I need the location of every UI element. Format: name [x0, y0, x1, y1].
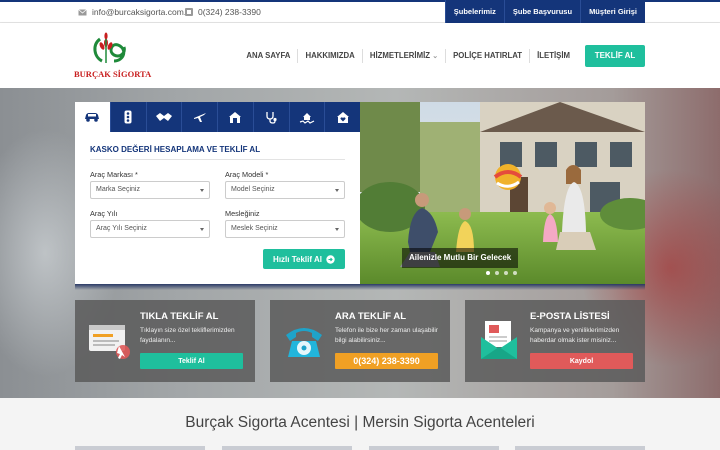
card-button-phone[interactable]: 0(324) 238-3390: [335, 353, 438, 369]
card-description: Kampanya ve yeniliklerimizden haberdar o…: [530, 327, 620, 344]
model-label: Araç Modeli *: [225, 170, 269, 179]
main-menu: ANA SAYFA HAKKIMIZDA HİZMETLERİMİZ ⌄ POL…: [239, 23, 645, 88]
telephone-icon: [286, 328, 322, 357]
link-sube-basvurusu[interactable]: Şube Başvurusu: [503, 0, 580, 24]
top-bar: info@burcaksigorta.com.tr 0(324) 238-339…: [0, 0, 720, 24]
slider-dot[interactable]: [504, 271, 508, 275]
phone-text[interactable]: 0(324) 238-3390: [198, 7, 261, 17]
email-contact[interactable]: info@burcaksigorta.com.tr: [78, 7, 191, 17]
chevron-down-icon: [335, 189, 339, 192]
hero-section: KASKO DEĞERİ HESAPLAMA VE TEKLİF AL Araç…: [0, 88, 720, 398]
tab-health[interactable]: [252, 102, 289, 132]
handshake-icon: [155, 113, 172, 121]
menu-iletisim[interactable]: İLETİŞİM: [529, 48, 577, 63]
card-button-kaydol[interactable]: Kaydol: [530, 353, 633, 369]
card-call-quote: ARA TEKLİF AL Telefon ile bize her zaman…: [270, 300, 450, 382]
earthquake-icon: [299, 112, 315, 124]
gallery-thumb: [369, 446, 499, 450]
menu-hakkimizda[interactable]: HAKKIMIZDA: [297, 48, 361, 63]
gallery-thumb: [75, 446, 205, 450]
traffic-light-icon: [124, 110, 132, 124]
insurance-type-tabs: [75, 102, 360, 132]
house-heart-icon: [336, 111, 349, 123]
card-email-list: E-POSTA LİSTESİ Kampanya ve yeniliklerim…: [465, 300, 645, 382]
card-title: ARA TEKLİF AL: [335, 311, 407, 322]
brand-select[interactable]: Marka Seçiniz: [90, 181, 210, 199]
quick-quote-button[interactable]: Hızlı Teklif Al: [263, 249, 345, 269]
stethoscope-icon: [265, 111, 277, 124]
slider-dot[interactable]: [486, 271, 490, 275]
slider-caption: Ailenizle Mutlu Bir Gelecek: [402, 248, 519, 268]
menu-police-hatirlat[interactable]: POLİÇE HATIRLAT: [445, 48, 529, 63]
house-icon: [229, 111, 242, 123]
envelope-icon: [481, 321, 517, 359]
form-divider: [90, 159, 345, 160]
envelope-icon: [78, 8, 87, 15]
section-heading: Burçak Sigorta Acentesi | Mersin Sigorta…: [185, 414, 535, 431]
chevron-down-icon: ⌄: [432, 52, 439, 60]
link-subelerimiz[interactable]: Şubelerimiz: [444, 0, 504, 24]
chevron-down-icon: [200, 228, 204, 231]
form-click-icon: [89, 325, 130, 359]
tab-traffic[interactable]: [109, 102, 146, 132]
model-select[interactable]: Model Seçiniz: [225, 181, 345, 199]
plane-icon: [193, 113, 206, 122]
slider-dots: [486, 271, 517, 275]
link-musteri-girisi[interactable]: Müşteri Girişi: [580, 0, 645, 24]
year-select[interactable]: Araç Yılı Seçiniz: [90, 220, 210, 238]
model-select-value: Model Seçiniz: [231, 186, 275, 193]
menu-hizmetlerimiz[interactable]: HİZMETLERİMİZ ⌄: [361, 48, 445, 63]
form-title: KASKO DEĞERİ HESAPLAMA VE TEKLİF AL: [90, 145, 261, 154]
tab-partnership[interactable]: [145, 102, 182, 132]
tab-home[interactable]: [217, 102, 253, 132]
car-icon: [85, 113, 100, 122]
card-button-teklif-al[interactable]: Teklif Al: [140, 353, 243, 369]
chevron-down-icon: [335, 228, 339, 231]
gallery-thumb: [222, 446, 352, 450]
card-description: Tıklayın size özel tekliflerimizden fayd…: [140, 327, 235, 344]
tab-earthquake[interactable]: [288, 102, 325, 132]
bottom-section: Burçak Sigorta Acentesi | Mersin Sigorta…: [0, 398, 720, 450]
year-select-value: Araç Yılı Seçiniz: [96, 225, 147, 232]
quick-quote-label: Hızlı Teklif Al: [273, 254, 322, 264]
job-label: Mesleğiniz: [225, 209, 260, 218]
chevron-down-icon: [200, 189, 204, 192]
year-label: Araç Yılı: [90, 209, 118, 218]
card-click-quote: TIKLA TEKLİF AL Tıklayın size özel tekli…: [75, 300, 255, 382]
logo[interactable]: BURÇAK SİGORTA: [74, 31, 152, 83]
slider-dot[interactable]: [513, 271, 517, 275]
logo-text: BURÇAK SİGORTA: [74, 69, 152, 79]
email-text[interactable]: info@burcaksigorta.com.tr: [92, 7, 191, 17]
tab-car[interactable]: [75, 102, 110, 132]
teklif-al-button[interactable]: TEKLİF AL: [585, 44, 645, 67]
tab-home-life[interactable]: [324, 102, 360, 132]
form-shadow: [75, 284, 645, 290]
phone-icon: [185, 8, 193, 16]
card-title: E-POSTA LİSTESİ: [530, 311, 610, 322]
brand-label: Araç Markası *: [90, 170, 138, 179]
logo-mark-icon: [93, 32, 126, 63]
gallery-thumb: [515, 446, 645, 450]
card-description: Telefon ile bize her zaman ulaşabilir bi…: [335, 327, 438, 344]
brand-select-value: Marka Seçiniz: [96, 186, 140, 193]
tab-travel[interactable]: [181, 102, 217, 132]
hero-slider[interactable]: Ailenizle Mutlu Bir Gelecek: [360, 102, 645, 284]
menu-hizmetlerimiz-label: HİZMETLERİMİZ: [369, 50, 431, 60]
slider-dot[interactable]: [495, 271, 499, 275]
top-links: Şubelerimiz Şube Başvurusu Müşteri Giriş…: [444, 0, 645, 24]
card-title: TIKLA TEKLİF AL: [140, 311, 219, 322]
menu-ana-sayfa[interactable]: ANA SAYFA: [239, 49, 297, 63]
quote-form: KASKO DEĞERİ HESAPLAMA VE TEKLİF AL Araç…: [75, 102, 360, 284]
phone-contact[interactable]: 0(324) 238-3390: [185, 7, 261, 17]
job-select[interactable]: Meslek Seçiniz: [225, 220, 345, 238]
job-select-value: Meslek Seçiniz: [231, 225, 278, 232]
main-navbar: BURÇAK SİGORTA ANA SAYFA HAKKIMIZDA HİZM…: [0, 23, 720, 88]
arrow-right-circle-icon: [326, 254, 335, 264]
